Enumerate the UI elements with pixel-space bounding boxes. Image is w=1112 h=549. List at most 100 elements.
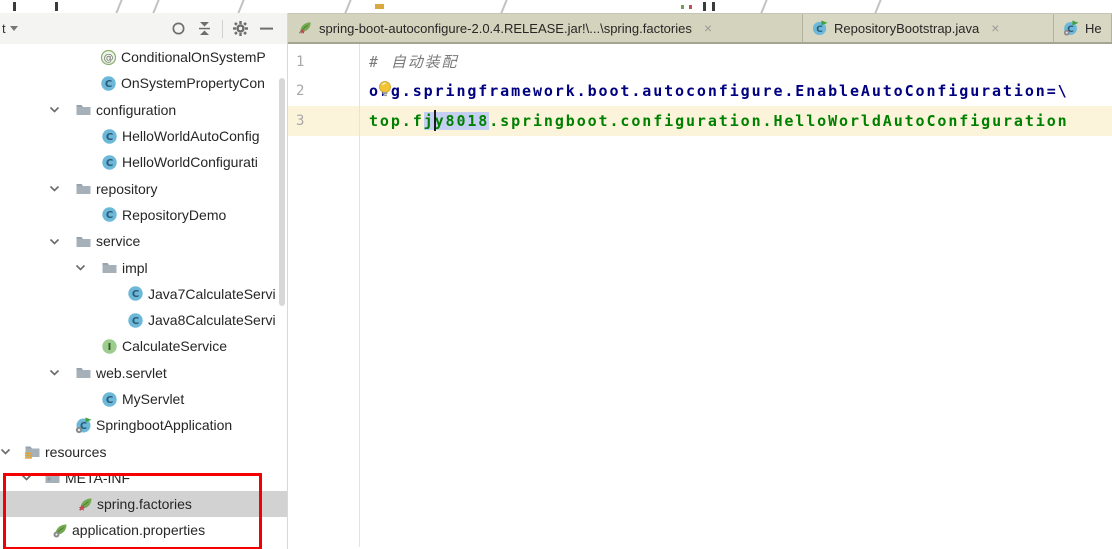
code-line-1[interactable]: 1 # 自动装配 — [288, 47, 1112, 77]
hide-panel-icon[interactable] — [258, 20, 275, 37]
clipped-breadcrumb-strip — [0, 0, 1112, 13]
toolbar-separator — [222, 20, 223, 38]
tree-item-label: ConditionalOnSystemP — [121, 49, 266, 65]
properties-value: top.fjy8018.springboot.configuration.Hel… — [359, 112, 1069, 130]
tree-item-label: service — [96, 233, 140, 249]
spring-config-file-icon — [52, 522, 69, 539]
project-panel-header: t — [0, 13, 287, 44]
tree-row[interactable]: C HelloWorldConfigurati — [0, 149, 287, 175]
gutter-separator — [359, 44, 360, 547]
line-number: 2 — [288, 83, 359, 99]
chevron-down-icon[interactable] — [49, 104, 60, 115]
annotation-icon: @ — [100, 49, 117, 66]
tab-repository-bootstrap[interactable]: C RepositoryBootstrap.java × — [803, 14, 1054, 42]
svg-text:C: C — [132, 290, 139, 301]
clipped-icon-fragment — [689, 5, 692, 9]
close-icon[interactable]: × — [991, 20, 999, 36]
chevron-down-icon[interactable] — [75, 262, 86, 273]
tree-row-selected[interactable]: spring.factories — [0, 491, 287, 517]
collapse-all-icon[interactable] — [196, 20, 213, 37]
spring-file-icon — [297, 20, 313, 36]
tree-row[interactable]: configuration — [0, 97, 287, 123]
tree-item-label: web.servlet — [96, 365, 167, 381]
project-view-selector[interactable]: t — [0, 21, 18, 36]
tree-row[interactable]: C SpringbootApplication — [0, 412, 287, 438]
chevron-down-icon[interactable] — [21, 472, 32, 483]
svg-text:C: C — [132, 316, 139, 327]
tree-row[interactable]: repository — [0, 175, 287, 201]
tree-item-label: application.properties — [72, 522, 205, 538]
intention-bulb-icon[interactable] — [378, 80, 392, 98]
springboot-class-icon: C — [75, 417, 92, 434]
breadcrumb-separator — [115, 0, 122, 13]
tree-row[interactable]: C HelloWorldAutoConfig — [0, 123, 287, 149]
code-line-2[interactable]: 2 org.springframework.boot.autoconfigure… — [288, 77, 1112, 107]
project-tree: @ ConditionalOnSystemP C OnSystemPropert… — [0, 44, 287, 549]
clipped-glyph-fragment — [13, 2, 16, 11]
tree-row[interactable]: service — [0, 228, 287, 254]
clipped-icon-fragment — [681, 5, 684, 9]
tab-label: He — [1085, 21, 1102, 36]
svg-text:I: I — [108, 342, 112, 353]
breadcrumb-separator — [874, 0, 881, 13]
close-icon[interactable]: × — [704, 20, 712, 36]
tab-label: spring-boot-autoconfigure-2.0.4.RELEASE.… — [319, 21, 692, 36]
tree-item-label: CalculateService — [122, 338, 227, 354]
tree-row[interactable]: C RepositoryDemo — [0, 202, 287, 228]
tree-item-label: impl — [122, 260, 148, 276]
settings-gear-icon[interactable] — [232, 20, 249, 37]
tab-spring-factories[interactable]: spring-boot-autoconfigure-2.0.4.RELEASE.… — [288, 14, 803, 42]
tree-row[interactable]: I CalculateService — [0, 333, 287, 359]
tree-row[interactable]: C OnSystemPropertyCon — [0, 70, 287, 96]
svg-text:@: @ — [104, 53, 114, 64]
tree-item-label: HelloWorldAutoConfig — [122, 128, 259, 144]
chevron-down-icon[interactable] — [49, 367, 60, 378]
class-icon: C — [101, 128, 118, 145]
tree-item-label: META-INF — [65, 470, 130, 486]
tab-label: RepositoryBootstrap.java — [834, 21, 979, 36]
properties-key: org.springframework.boot.autoconfigure.E… — [359, 82, 1069, 100]
tree-row[interactable]: C Java8CalculateServi — [0, 307, 287, 333]
interface-icon: I — [101, 338, 118, 355]
tree-row[interactable]: impl — [0, 254, 287, 280]
breadcrumb-separator — [760, 0, 767, 13]
chevron-down-icon[interactable] — [49, 183, 60, 194]
editor-tab-bar: spring-boot-autoconfigure-2.0.4.RELEASE.… — [288, 13, 1112, 44]
package-folder-icon — [44, 469, 61, 486]
class-icon: C — [127, 285, 144, 302]
package-folder-icon — [75, 364, 92, 381]
svg-text:C: C — [106, 395, 113, 406]
chevron-down-icon[interactable] — [49, 236, 60, 247]
chevron-down-icon — [10, 26, 18, 31]
editor-body[interactable]: 1 # 自动装配 2 org.springframework.boot.auto… — [288, 44, 1112, 547]
tree-row[interactable]: @ ConditionalOnSystemP — [0, 44, 287, 70]
tree-item-label: repository — [96, 181, 157, 197]
breadcrumb-separator — [152, 0, 159, 13]
tree-item-label: spring.factories — [97, 496, 192, 512]
tree-row[interactable]: META-INF — [0, 465, 287, 491]
clipped-glyph-fragment — [712, 2, 715, 11]
svg-text:C: C — [106, 211, 113, 222]
svg-text:C: C — [816, 25, 823, 35]
runnable-class-icon: C — [812, 20, 828, 36]
class-icon: C — [100, 75, 117, 92]
tree-row[interactable]: C MyServlet — [0, 386, 287, 412]
tree-row[interactable]: resources — [0, 438, 287, 464]
clipped-icon-fragment — [375, 4, 384, 9]
tree-row[interactable]: web.servlet — [0, 360, 287, 386]
chevron-down-icon[interactable] — [0, 446, 11, 457]
tree-item-label: HelloWorldConfigurati — [122, 154, 258, 170]
code-line-3-current[interactable]: 3 top.fjy8018.springboot.configuration.H… — [288, 106, 1112, 136]
package-folder-icon — [75, 101, 92, 118]
class-icon: C — [101, 391, 118, 408]
package-folder-icon — [75, 233, 92, 250]
ide-window: t @ — [0, 0, 1112, 549]
clipped-glyph-fragment — [55, 2, 58, 11]
tree-item-label: RepositoryDemo — [122, 207, 226, 223]
tree-row[interactable]: application.properties — [0, 517, 287, 543]
tab-clipped[interactable]: C He — [1054, 14, 1112, 42]
tree-scrollbar-thumb[interactable] — [279, 78, 285, 306]
tree-row[interactable]: C Java7CalculateServi — [0, 281, 287, 307]
project-view-selector-label: t — [2, 21, 6, 36]
locate-file-icon[interactable] — [170, 20, 187, 37]
